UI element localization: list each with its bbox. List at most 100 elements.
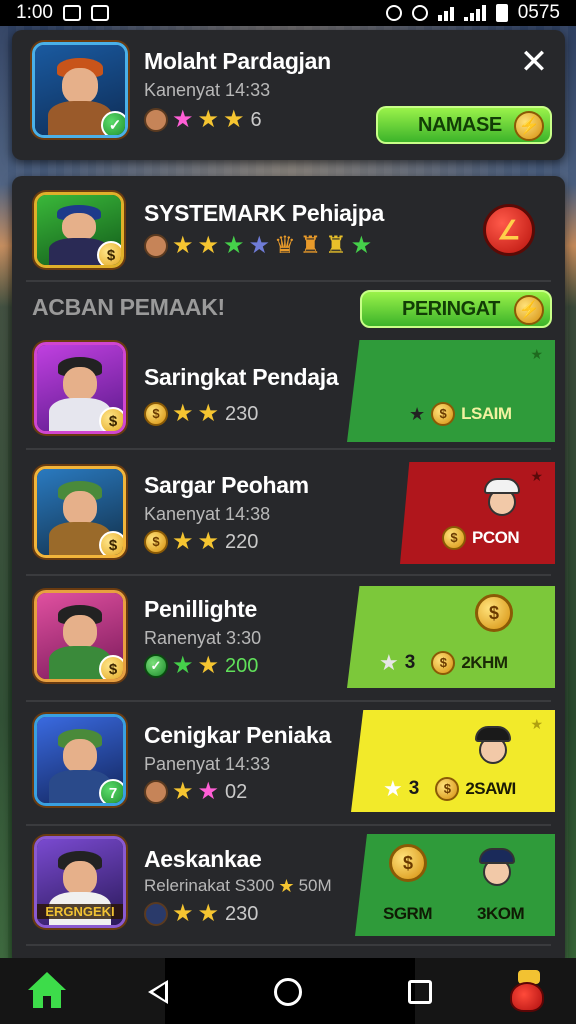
row-stat-value: 230 bbox=[225, 402, 259, 425]
star-icon: ★ bbox=[197, 900, 220, 927]
star-icon: ★ bbox=[197, 778, 220, 805]
row-name: Penillighte bbox=[144, 596, 257, 622]
panel-reward: $ PCON bbox=[442, 526, 520, 550]
row-name: Saringkat Pendaja bbox=[144, 364, 339, 390]
featured-action-button[interactable]: ∠ bbox=[483, 204, 535, 256]
namase-button[interactable]: NAMASE ⚡ bbox=[376, 106, 552, 144]
featured-name: SYSTEMARK Pehiajpa bbox=[144, 200, 384, 226]
status-time: 1:00 bbox=[16, 2, 53, 23]
level-badge-icon: 7 bbox=[99, 779, 123, 803]
star-icon: ★ bbox=[172, 778, 194, 805]
player-face-icon bbox=[477, 844, 517, 888]
home-icon[interactable] bbox=[28, 972, 66, 1010]
notification-icon bbox=[62, 5, 81, 21]
vibrate-icon bbox=[411, 5, 428, 21]
row-avatar[interactable]: $ bbox=[34, 590, 126, 682]
star-icon: ★ bbox=[172, 900, 194, 927]
alarm-icon bbox=[385, 5, 402, 21]
star-icon: ★ bbox=[197, 528, 220, 555]
coin-icon: $ bbox=[431, 651, 456, 675]
coin-icon: $ bbox=[389, 844, 427, 882]
status-bar: 1:00 0575 bbox=[0, 0, 576, 26]
panel-reward: ★ 3 $ 2SAWI bbox=[383, 776, 516, 802]
star-icon: ★ bbox=[197, 232, 220, 259]
player-avatar[interactable]: ✓ bbox=[32, 42, 128, 138]
panel-label: PCON bbox=[472, 528, 520, 547]
signal-icon bbox=[463, 5, 486, 21]
row-stats: ★ ★ 02 bbox=[144, 780, 247, 804]
panel-label: 2KHM bbox=[461, 653, 508, 672]
coin-icon: $ bbox=[442, 526, 466, 550]
star-icon: ★ bbox=[172, 106, 194, 133]
divider bbox=[26, 448, 551, 450]
row-avatar[interactable]: 7 bbox=[34, 714, 126, 806]
row-reward-panel[interactable]: ★ ★ 3 $ 2SAWI bbox=[351, 710, 555, 812]
close-icon[interactable]: ✕ bbox=[519, 45, 549, 79]
player-mini-face-icon bbox=[144, 108, 168, 132]
player-subtitle: Kanenyat 14:33 bbox=[144, 80, 271, 100]
check-icon: ✓ bbox=[144, 654, 168, 678]
row-reward-panel[interactable]: ★ ★ $ LSAIM bbox=[347, 340, 555, 442]
row-reward-panel[interactable]: ★ $ PCON bbox=[400, 462, 555, 564]
star-icon: ★ bbox=[350, 232, 373, 259]
divider bbox=[26, 574, 551, 576]
row-subtitle-extra: 50M bbox=[298, 876, 332, 895]
divider bbox=[26, 824, 551, 826]
coin-icon: $ bbox=[144, 402, 168, 426]
calendar-icon bbox=[90, 5, 109, 21]
row-stat-value: 230 bbox=[225, 902, 259, 925]
row-avatar[interactable]: $ bbox=[34, 342, 126, 434]
top-player-card: ✓ Molaht Pardagjan Kanenyat 14:33 ★ ★ ★ … bbox=[12, 30, 565, 160]
coin-icon: $ bbox=[435, 777, 460, 801]
back-icon bbox=[148, 980, 168, 1004]
row-stats: ★ ★ 230 bbox=[144, 902, 258, 926]
mini-face-icon bbox=[144, 234, 168, 258]
divider bbox=[26, 280, 551, 282]
panel-label: 3KOM bbox=[477, 904, 525, 923]
row-stat-value: 02 bbox=[225, 780, 248, 803]
recents-button[interactable] bbox=[400, 972, 440, 1012]
section-title: ACBAN PEMAAK! bbox=[32, 294, 225, 320]
star-icon: ★ bbox=[197, 400, 220, 427]
star-icon: ★ bbox=[248, 232, 271, 259]
featured-avatar[interactable]: $ bbox=[34, 192, 124, 268]
row-reward-panel[interactable]: $ SGRM 3KOM bbox=[355, 834, 555, 936]
recents-icon bbox=[408, 980, 432, 1004]
row-avatar[interactable]: ERGNGEKI bbox=[34, 836, 126, 928]
star-icon: ★ bbox=[172, 652, 194, 679]
wifi-icon bbox=[437, 5, 454, 21]
row-subtitle: Relerinakat S300 bbox=[144, 876, 275, 895]
star-icon: ★ bbox=[172, 528, 194, 555]
panel-label: LSAIM bbox=[461, 404, 512, 423]
panel-label: 2SAWI bbox=[465, 779, 516, 798]
shop-bag-icon[interactable] bbox=[508, 970, 548, 1014]
peringat-button[interactable]: PERINGAT ⚡ bbox=[360, 290, 552, 328]
coin-badge-icon: $ bbox=[97, 241, 121, 265]
row-stats: ✓ ★ ★ 200 bbox=[144, 654, 258, 678]
coin-icon: $ bbox=[144, 530, 168, 554]
divider bbox=[26, 944, 551, 946]
mini-face-icon bbox=[144, 780, 168, 804]
stat-value: 6 bbox=[250, 108, 262, 131]
row-subtitle: Ranenyat 3:30 bbox=[144, 628, 262, 648]
coin-icon: $ bbox=[431, 402, 456, 426]
row-name: Cenigkar Peniaka bbox=[144, 722, 331, 748]
level-badge-icon: ✓ bbox=[101, 111, 125, 135]
peringat-button-label: PERINGAT bbox=[402, 297, 500, 320]
circle-home-icon bbox=[274, 978, 302, 1006]
back-button[interactable] bbox=[138, 972, 178, 1012]
divider bbox=[26, 700, 551, 702]
row-subtitle: Panenyat 14:33 bbox=[144, 754, 271, 774]
row-reward-panel[interactable]: $ ★ 3 $ 2KHM bbox=[347, 586, 555, 688]
panel-star-count: 3 bbox=[408, 778, 420, 799]
player-face-icon bbox=[473, 722, 513, 766]
player-face-icon bbox=[482, 474, 522, 518]
player-name: Molaht Pardagjan bbox=[144, 48, 331, 74]
star-icon: ★ bbox=[172, 400, 194, 427]
coin-icon: $ bbox=[475, 594, 513, 632]
status-right-text: 0575 bbox=[517, 2, 560, 23]
row-avatar[interactable]: $ bbox=[34, 466, 126, 558]
player-list-card: $ SYSTEMARK Pehiajpa ★ ★ ★ ★ ♛ ♜ ♜ ★ ∠ A… bbox=[12, 176, 565, 966]
star-icon: ★ bbox=[379, 650, 399, 675]
home-system-button[interactable] bbox=[268, 972, 308, 1012]
